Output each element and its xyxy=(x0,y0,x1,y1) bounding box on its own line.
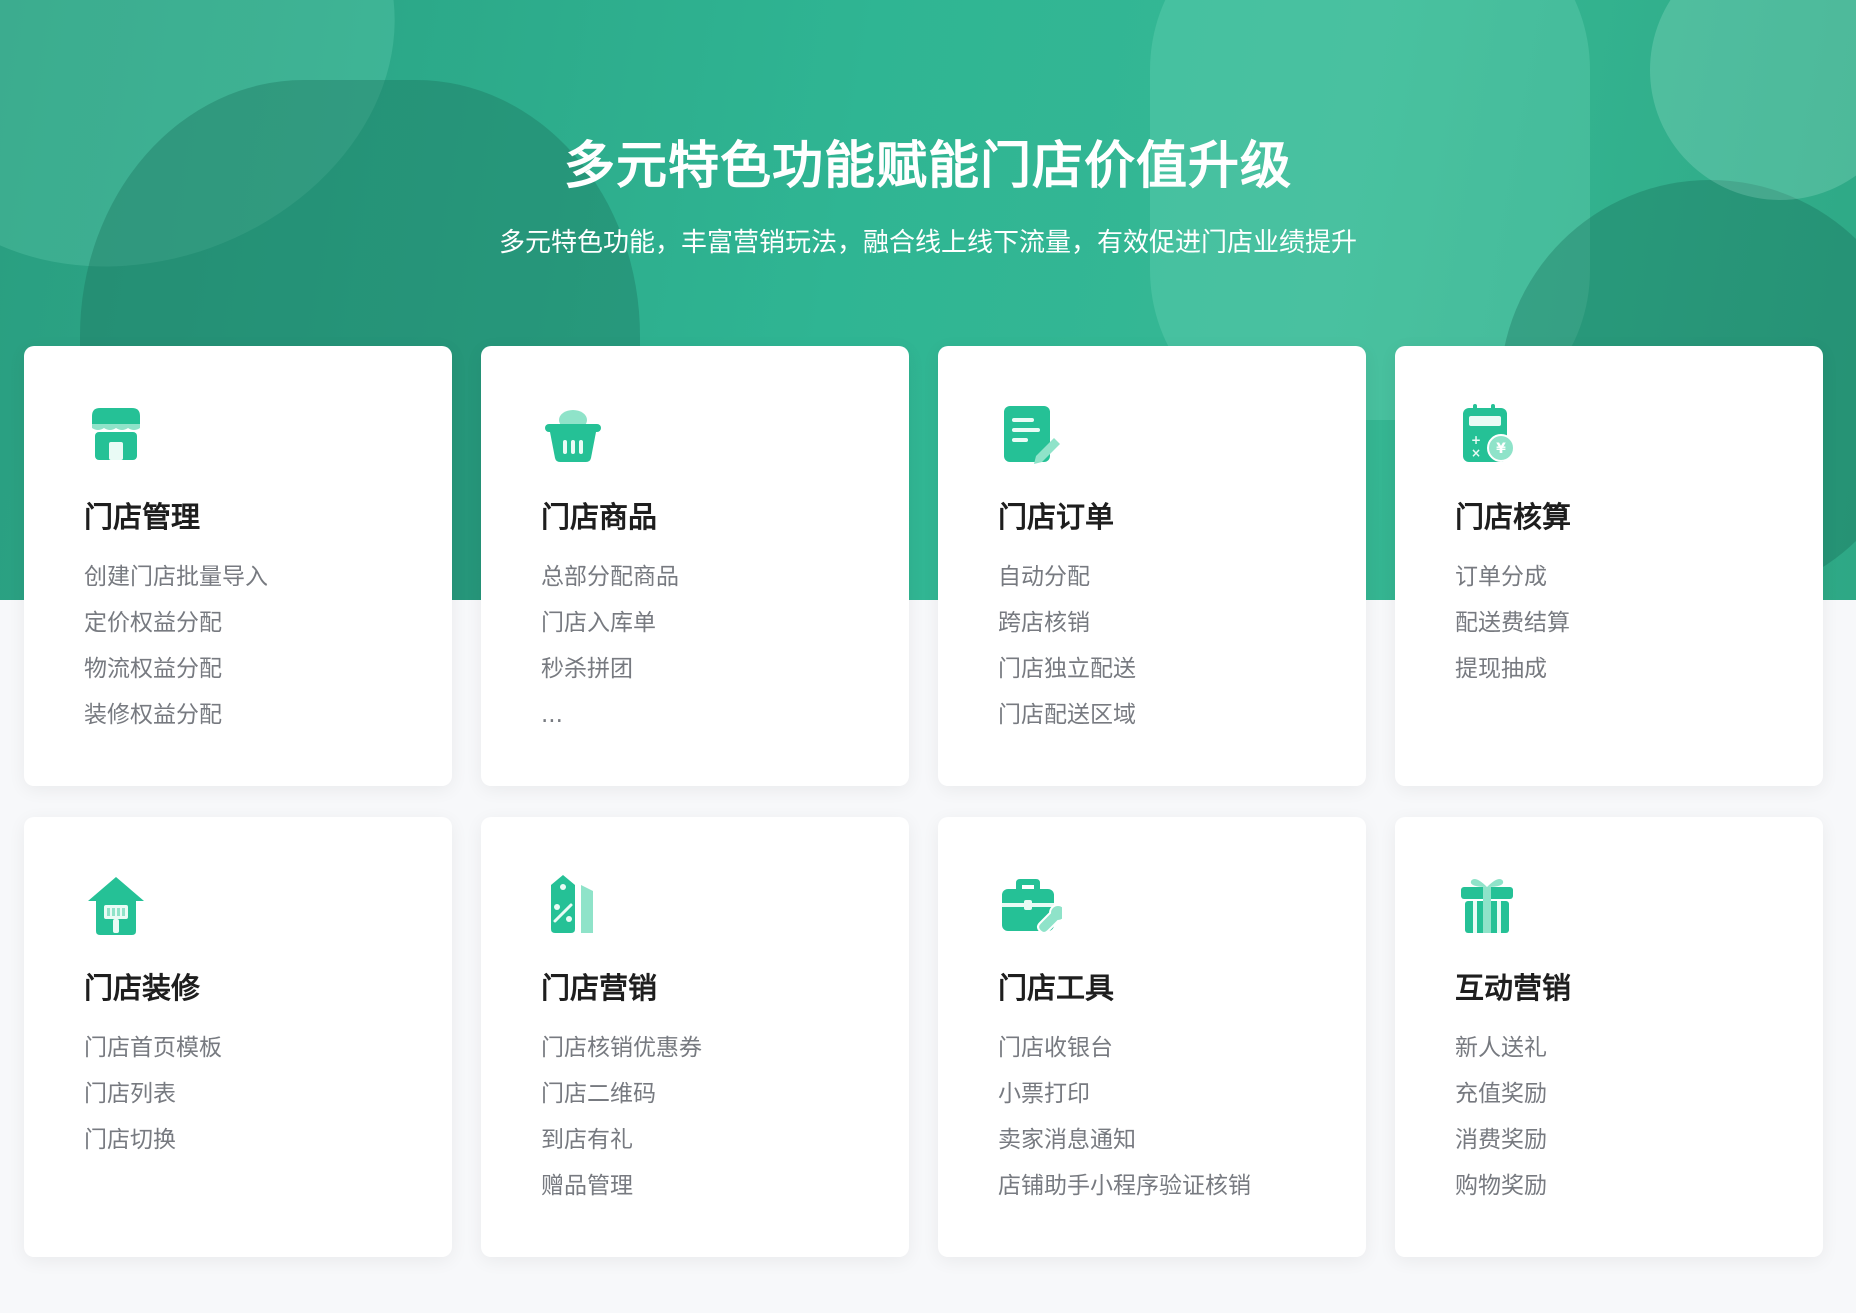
card-title: 门店营销 xyxy=(541,971,658,1005)
page-subtitle: 多元特色功能，丰富营销玩法，融合线上线下流量，有效促进门店业绩提升 xyxy=(498,228,1357,258)
card-title: 门店工具 xyxy=(998,971,1115,1005)
list-item: 定价权益分配 xyxy=(84,610,222,636)
card-title: 门店核算 xyxy=(1455,500,1572,534)
feature-card-store-marketing[interactable]: 门店营销 门店核销优惠券 门店二维码 到店有礼 赠品管理 xyxy=(481,817,909,1257)
basket-icon xyxy=(541,402,851,466)
list-item: 门店收银台 xyxy=(998,1035,1113,1061)
list-item: 购物奖励 xyxy=(1455,1173,1547,1199)
feature-card-store-management[interactable]: 门店管理 创建门店批量导入 定价权益分配 物流权益分配 装修权益分配 xyxy=(24,346,452,786)
feature-card-store-tools[interactable]: 门店工具 门店收银台 小票打印 卖家消息通知 店铺助手小程序验证核销 xyxy=(938,817,1366,1257)
card-title: 门店管理 xyxy=(84,500,201,534)
list-item: 创建门店批量导入 xyxy=(84,564,268,590)
feature-card-store-decoration[interactable]: 门店装修 门店首页模板 门店列表 门店切换 xyxy=(24,817,452,1257)
svg-text:×: × xyxy=(1471,446,1481,460)
list-item: 门店入库单 xyxy=(541,610,656,636)
list-item: 订单分成 xyxy=(1455,564,1547,590)
svg-text:¥: ¥ xyxy=(1496,441,1506,457)
feature-card-store-orders[interactable]: 门店订单 自动分配 跨店核销 门店独立配送 门店配送区域 xyxy=(938,346,1366,786)
card-title: 互动营销 xyxy=(1455,971,1572,1005)
feature-card-store-accounting[interactable]: + × ¥ 门店核算 订单分成 配送费结算 提现抽成 xyxy=(1395,346,1823,786)
gift-icon xyxy=(1455,873,1765,937)
list-item: 门店配送区域 xyxy=(998,702,1136,728)
discount-tag-icon xyxy=(541,873,851,937)
list-item: 消费奖励 xyxy=(1455,1127,1547,1153)
order-document-icon xyxy=(998,402,1308,466)
list-item: 门店切换 xyxy=(84,1127,176,1153)
card-feature-list: 门店首页模板 门店列表 门店切换 xyxy=(84,1025,394,1163)
list-item: 门店独立配送 xyxy=(998,656,1136,682)
toolbox-wrench-icon xyxy=(998,873,1308,937)
card-feature-list: 新人送礼 充值奖励 消费奖励 购物奖励 xyxy=(1455,1025,1765,1209)
card-feature-list: 创建门店批量导入 定价权益分配 物流权益分配 装修权益分配 xyxy=(84,554,394,738)
card-feature-list: 总部分配商品 门店入库单 秒杀拼团 ... xyxy=(541,554,851,738)
list-item: 门店核销优惠券 xyxy=(541,1035,702,1061)
feature-card-interactive-marketing[interactable]: 互动营销 新人送礼 充值奖励 消费奖励 购物奖励 xyxy=(1395,817,1823,1257)
card-feature-list: 订单分成 配送费结算 提现抽成 xyxy=(1455,554,1765,692)
card-title: 门店订单 xyxy=(998,500,1115,534)
list-item: 门店列表 xyxy=(84,1081,176,1107)
list-item: 装修权益分配 xyxy=(84,702,222,728)
list-item: 充值奖励 xyxy=(1455,1081,1547,1107)
card-title: 门店装修 xyxy=(84,971,201,1005)
house-brush-icon xyxy=(84,873,394,937)
list-item: 卖家消息通知 xyxy=(998,1127,1136,1153)
list-item: 提现抽成 xyxy=(1455,656,1547,682)
list-item: 门店首页模板 xyxy=(84,1035,222,1061)
list-item: 到店有礼 xyxy=(541,1127,633,1153)
list-item: 物流权益分配 xyxy=(84,656,222,682)
list-item: 秒杀拼团 xyxy=(541,656,633,682)
list-item: 店铺助手小程序验证核销 xyxy=(998,1173,1251,1199)
calculator-yen-icon: + × ¥ xyxy=(1455,402,1765,466)
list-item: 自动分配 xyxy=(998,564,1090,590)
svg-text:+: + xyxy=(1471,433,1481,447)
feature-grid: 门店管理 创建门店批量导入 定价权益分配 物流权益分配 装修权益分配 门店商品 … xyxy=(24,346,1824,1257)
list-item: 赠品管理 xyxy=(541,1173,633,1199)
list-item: 小票打印 xyxy=(998,1081,1090,1107)
list-item: 配送费结算 xyxy=(1455,610,1570,636)
card-feature-list: 自动分配 跨店核销 门店独立配送 门店配送区域 xyxy=(998,554,1308,738)
list-item: ... xyxy=(541,702,563,728)
card-feature-list: 门店核销优惠券 门店二维码 到店有礼 赠品管理 xyxy=(541,1025,851,1209)
list-item: 跨店核销 xyxy=(998,610,1090,636)
list-item: 新人送礼 xyxy=(1455,1035,1547,1061)
store-icon xyxy=(84,402,394,466)
card-feature-list: 门店收银台 小票打印 卖家消息通知 店铺助手小程序验证核销 xyxy=(998,1025,1308,1209)
feature-card-store-products[interactable]: 门店商品 总部分配商品 门店入库单 秒杀拼团 ... xyxy=(481,346,909,786)
page-title: 多元特色功能赋能门店价值升级 xyxy=(563,137,1292,196)
card-title: 门店商品 xyxy=(541,500,658,534)
list-item: 门店二维码 xyxy=(541,1081,656,1107)
list-item: 总部分配商品 xyxy=(541,564,679,590)
